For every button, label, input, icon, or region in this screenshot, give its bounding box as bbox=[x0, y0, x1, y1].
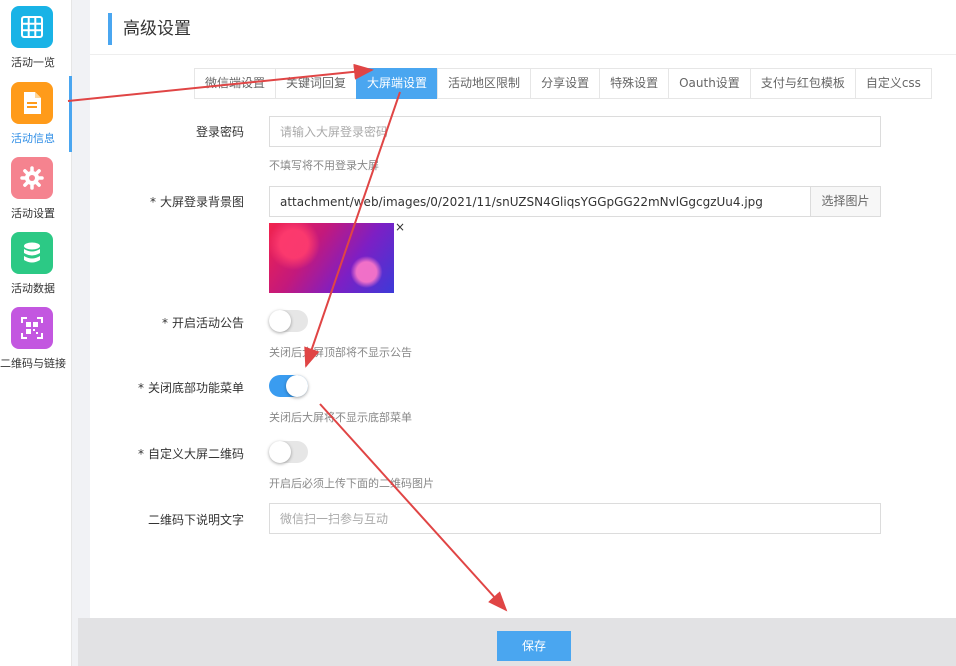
select-image-button[interactable]: 选择图片 bbox=[810, 186, 881, 217]
login-password-input[interactable] bbox=[269, 116, 881, 147]
notice-label: * 开启活动公告 bbox=[161, 316, 244, 330]
required-mark: * bbox=[149, 195, 156, 209]
login-password-help: 不填写将不用登录大屏 bbox=[269, 159, 379, 172]
notice-toggle[interactable] bbox=[269, 310, 308, 332]
tab-keyword-reply[interactable]: 关键词回复 bbox=[275, 68, 357, 99]
custom-qrcode-toggle[interactable] bbox=[269, 441, 308, 463]
tab-share-settings[interactable]: 分享设置 bbox=[530, 68, 600, 99]
sidebar-item-qrcode[interactable]: 二维码与链接 bbox=[0, 301, 72, 373]
sidebar-item-label: 活动设置 bbox=[11, 207, 55, 220]
background-image-label: * 大屏登录背景图 bbox=[149, 195, 244, 209]
tab-payment-template[interactable]: 支付与红包模板 bbox=[749, 68, 855, 99]
save-button[interactable]: 保存 bbox=[497, 631, 571, 661]
bottom-menu-toggle[interactable] bbox=[269, 375, 308, 397]
custom-qrcode-help: 开启后必须上传下面的二维码图片 bbox=[269, 477, 434, 490]
close-icon[interactable]: × bbox=[395, 220, 405, 234]
background-image-thumbnail bbox=[269, 223, 394, 293]
tab-wechat-settings[interactable]: 微信端设置 bbox=[194, 68, 276, 99]
sidebar-item-info[interactable]: 活动信息 bbox=[0, 76, 72, 152]
bottom-menu-label: * 关闭底部功能菜单 bbox=[137, 381, 244, 395]
document-icon bbox=[11, 82, 53, 124]
grid-icon bbox=[11, 6, 53, 48]
tab-big-screen-settings[interactable]: 大屏端设置 bbox=[356, 68, 438, 99]
qrcode-icon bbox=[11, 307, 53, 349]
notice-help: 关闭后大屏顶部将不显示公告 bbox=[269, 346, 412, 359]
tab-special-settings[interactable]: 特殊设置 bbox=[599, 68, 669, 99]
toggle-knob bbox=[286, 375, 308, 397]
sidebar-item-label: 活动数据 bbox=[11, 282, 55, 295]
footer-bar: 保存 bbox=[78, 618, 956, 666]
toggle-knob bbox=[269, 441, 291, 463]
tab-oauth-settings[interactable]: Oauth设置 bbox=[668, 68, 750, 99]
sidebar-item-data[interactable]: 活动数据 bbox=[0, 226, 72, 298]
sidebar-item-label: 活动信息 bbox=[11, 132, 55, 145]
bottom-menu-help: 关闭后大屏将不显示底部菜单 bbox=[269, 411, 412, 424]
required-mark: * bbox=[137, 447, 144, 461]
login-password-label: 登录密码 bbox=[195, 125, 244, 139]
page-header: 高级设置 bbox=[108, 13, 191, 45]
sidebar: 活动一览 活动信息 活动设置 活动数据 二维码与链接 bbox=[0, 0, 72, 666]
gear-icon bbox=[11, 157, 53, 199]
sidebar-item-overview[interactable]: 活动一览 bbox=[0, 0, 72, 72]
main-panel: 高级设置 微信端设置 关键词回复 大屏端设置 活动地区限制 分享设置 特殊设置 … bbox=[90, 0, 956, 620]
sidebar-item-label: 二维码与链接 bbox=[0, 357, 66, 370]
database-icon bbox=[11, 232, 53, 274]
qrcode-caption-label: 二维码下说明文字 bbox=[147, 513, 244, 527]
toggle-knob bbox=[269, 310, 291, 332]
header-divider bbox=[90, 54, 956, 55]
page-title: 高级设置 bbox=[123, 19, 191, 39]
sidebar-item-settings[interactable]: 活动设置 bbox=[0, 151, 72, 223]
qrcode-caption-input[interactable] bbox=[269, 503, 881, 534]
settings-tabs: 微信端设置 关键词回复 大屏端设置 活动地区限制 分享设置 特殊设置 Oauth… bbox=[194, 68, 932, 99]
custom-qrcode-label: * 自定义大屏二维码 bbox=[137, 447, 244, 461]
required-mark: * bbox=[161, 316, 168, 330]
tab-region-limit[interactable]: 活动地区限制 bbox=[437, 68, 531, 99]
required-mark: * bbox=[137, 381, 144, 395]
background-image-path-input[interactable] bbox=[269, 186, 811, 217]
tab-custom-css[interactable]: 自定义css bbox=[854, 68, 932, 99]
sidebar-item-label: 活动一览 bbox=[11, 56, 55, 69]
